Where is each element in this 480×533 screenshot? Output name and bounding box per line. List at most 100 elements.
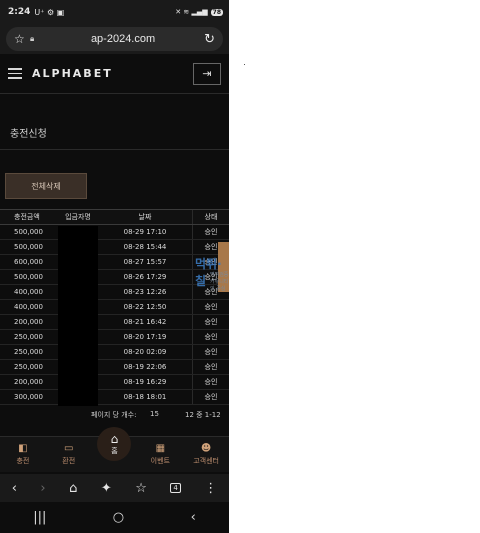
sparkle-icon[interactable]: ✦ xyxy=(101,481,112,496)
amount-cell: 200,000 xyxy=(14,318,43,326)
table-row: 250,000 08-19 22:06 승인 xyxy=(0,360,229,375)
delete-all-button[interactable]: 전체삭제 xyxy=(5,173,87,199)
url-text[interactable]: ap-2024.com xyxy=(42,33,204,45)
date-cell: 08-22 12:50 xyxy=(123,303,167,311)
menu-icon[interactable] xyxy=(8,68,22,79)
wallet-icon: ◧ xyxy=(18,443,28,454)
status-cell: 승인 xyxy=(192,375,229,389)
status-cell: 승인 xyxy=(192,300,229,314)
browser-url-area: ☆ 🔒︎ ap-2024.com ↻ xyxy=(0,24,229,54)
redaction-block xyxy=(58,226,98,406)
browser-home-icon[interactable]: ⌂ xyxy=(69,481,77,496)
page-range: 12 중 1-12 xyxy=(185,411,221,419)
forward-icon[interactable]: › xyxy=(40,481,45,496)
bottom-nav: ◧ 충전 ▭ 환전 ⌂ 홈 ▦ 이벤트 ☻ 고객센터 xyxy=(0,427,229,472)
date-cell: 08-27 15:57 xyxy=(123,258,167,266)
watermark-subtext: 먹튀검증 커뮤니티의 중심 xyxy=(210,272,229,292)
page-title: 충전신청 xyxy=(10,129,47,140)
table-body: 500,000 08-29 17:10 승인 500,000 08-28 15:44 승인… xyxy=(0,225,229,405)
date-cell: 08-18 18:01 xyxy=(123,393,167,401)
table-row: 200,000 08-21 16:42 승인 xyxy=(0,315,229,330)
nav-deposit[interactable]: ◧ 충전 xyxy=(0,437,46,472)
site-header: ALPHABET ⇥ xyxy=(0,54,229,94)
nav-withdraw-label: 환전 xyxy=(62,457,76,465)
nav-withdraw[interactable]: ▭ 환전 xyxy=(46,437,92,472)
page-title-row: 충전신청 xyxy=(0,110,229,150)
amount-cell: 200,000 xyxy=(14,378,43,386)
amount-cell: 300,000 xyxy=(14,393,43,401)
table-row: 400,000 08-22 12:50 승인 xyxy=(0,300,229,315)
phone-screen: 2:24 U⁺ ⚙ ▣ ✕ ≋ ▂▄▆ 78 ☆ 🔒︎ ap-2024.com … xyxy=(0,0,229,533)
gift-icon: ▦ xyxy=(155,443,166,454)
recents-icon[interactable]: ||| xyxy=(33,510,46,525)
home-icon: ⌂ xyxy=(110,432,119,446)
status-cell: 승인 xyxy=(192,390,229,404)
date-cell: 08-28 15:44 xyxy=(123,243,167,251)
per-page-label: 페이지 당 개수: xyxy=(91,411,137,419)
amount-cell: 250,000 xyxy=(14,348,43,356)
tabs-icon[interactable]: 4 xyxy=(170,483,181,493)
star-icon[interactable]: ☆ xyxy=(14,32,30,46)
android-home-icon[interactable]: ○ xyxy=(113,510,124,525)
status-cell: 승인 xyxy=(192,345,229,359)
date-cell: 08-29 17:10 xyxy=(123,228,167,236)
status-left-icons: U⁺ ⚙ ▣ xyxy=(34,7,65,17)
date-cell: 08-19 16:29 xyxy=(123,378,167,386)
logout-button[interactable]: ⇥ xyxy=(193,62,221,85)
nav-deposit-label: 충전 xyxy=(16,457,30,465)
amount-cell: 250,000 xyxy=(14,333,43,341)
site-logo[interactable]: ALPHABET xyxy=(32,67,193,80)
nav-home[interactable]: ⌂ 홈 xyxy=(92,427,138,472)
android-back-icon[interactable]: ‹ xyxy=(191,510,196,525)
url-bar[interactable]: ☆ 🔒︎ ap-2024.com ↻ xyxy=(6,27,223,51)
table-row: 300,000 08-18 18:01 승인 xyxy=(0,390,229,405)
more-menu-icon[interactable]: ⋮ xyxy=(204,481,217,496)
browser-toolbar: ‹ › ⌂ ✦ ☆ 4 ⋮ xyxy=(0,474,229,502)
table-header: 충전금액 입금자명 날짜 상태 xyxy=(0,209,229,225)
lock-icon: 🔒︎ xyxy=(30,34,35,43)
per-page-select[interactable]: 15 xyxy=(150,410,159,418)
stray-dot xyxy=(244,64,245,65)
column-header-date: 날짜 xyxy=(138,213,152,221)
reload-icon[interactable]: ↻ xyxy=(204,32,215,47)
date-cell: 08-19 22:06 xyxy=(123,363,167,371)
android-nav-bar: ||| ○ ‹ xyxy=(0,502,229,533)
status-cell: 승인 xyxy=(192,330,229,344)
status-time: 2:24 xyxy=(8,7,31,17)
battery-icon: 78 xyxy=(210,8,223,16)
date-cell: 08-20 17:19 xyxy=(123,333,167,341)
date-cell: 08-21 16:42 xyxy=(123,318,167,326)
date-cell: 08-23 12:26 xyxy=(123,288,167,296)
amount-cell: 500,000 xyxy=(14,273,43,281)
table-row: 200,000 08-19 16:29 승인 xyxy=(0,375,229,390)
nav-home-label: 홈 xyxy=(111,447,118,455)
amount-cell: 500,000 xyxy=(14,228,43,236)
support-icon: ☻ xyxy=(200,443,212,454)
nav-support[interactable]: ☻ 고객센터 xyxy=(183,437,229,472)
nav-event[interactable]: ▦ 이벤트 xyxy=(137,437,183,472)
table-row: 250,000 08-20 17:19 승인 xyxy=(0,330,229,345)
column-header-depositor: 입금자명 xyxy=(65,213,91,221)
status-bar: 2:24 U⁺ ⚙ ▣ ✕ ≋ ▂▄▆ 78 xyxy=(0,0,229,24)
amount-cell: 400,000 xyxy=(14,303,43,311)
date-cell: 08-26 17:29 xyxy=(123,273,167,281)
back-icon[interactable]: ‹ xyxy=(12,481,17,496)
table-row: 500,000 08-29 17:10 승인 xyxy=(0,225,229,240)
column-header-status: 상태 xyxy=(192,210,229,224)
deposit-table: 충전금액 입금자명 날짜 상태 500,000 08-29 17:10 승인 500,… xyxy=(0,209,229,405)
amount-cell: 250,000 xyxy=(14,363,43,371)
bookmark-icon[interactable]: ☆ xyxy=(135,481,147,496)
nav-support-label: 고객센터 xyxy=(193,457,219,465)
status-right-icons: ✕ ≋ ▂▄▆ xyxy=(175,8,208,16)
amount-cell: 400,000 xyxy=(14,288,43,296)
status-cell: 승인 xyxy=(192,225,229,239)
table-row: 250,000 08-20 02:09 승인 xyxy=(0,345,229,360)
card-icon: ▭ xyxy=(63,443,74,454)
amount-cell: 500,000 xyxy=(14,243,43,251)
status-cell: 승인 xyxy=(192,360,229,374)
status-cell: 승인 xyxy=(192,315,229,329)
pagination: 페이지 당 개수: 15 12 중 1-12 xyxy=(0,408,229,422)
nav-event-label: 이벤트 xyxy=(150,457,170,465)
amount-cell: 600,000 xyxy=(14,258,43,266)
date-cell: 08-20 02:09 xyxy=(123,348,167,356)
